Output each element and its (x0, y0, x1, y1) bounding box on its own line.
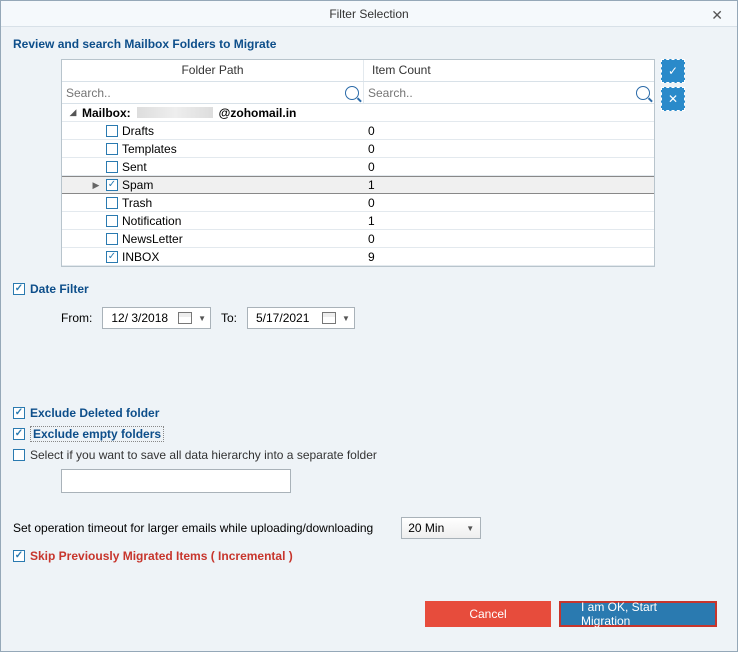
row-arrow-icon: ▶ (90, 180, 102, 191)
timeout-row: Set operation timeout for larger emails … (13, 517, 725, 539)
folder-grid-container: Folder Path Item Count (61, 59, 685, 267)
folder-label: INBOX (122, 250, 159, 264)
row-checkbox[interactable] (106, 161, 118, 173)
chevron-down-icon[interactable]: ▼ (198, 314, 206, 323)
hierarchy-path-input[interactable] (61, 469, 291, 493)
table-row[interactable]: Notification 1 (62, 212, 654, 230)
mailbox-prefix: Mailbox: (82, 106, 131, 120)
folder-grid: Folder Path Item Count (61, 59, 655, 267)
search-icon[interactable] (636, 86, 650, 100)
timeout-label: Set operation timeout for larger emails … (13, 521, 373, 535)
grid-header: Folder Path Item Count (62, 60, 654, 82)
redacted-user (137, 107, 213, 118)
calendar-icon[interactable] (178, 312, 192, 324)
chevron-down-icon: ▼ (466, 524, 474, 533)
filter-selection-window: Filter Selection ✕ Review and search Mai… (0, 0, 738, 652)
grid-search-row (62, 82, 654, 104)
start-migration-button[interactable]: I am OK, Start Migration (559, 601, 717, 627)
table-row[interactable]: NewsLetter 0 (62, 230, 654, 248)
chevron-down-icon[interactable]: ▼ (342, 314, 350, 323)
exclude-empty-option[interactable]: Exclude empty folders (13, 426, 725, 442)
expand-icon[interactable]: ◢ (68, 108, 78, 118)
item-count: 1 (364, 178, 654, 192)
folder-label: Spam (122, 178, 153, 192)
item-count: 0 (364, 196, 654, 210)
table-row[interactable]: ▶ Spam 1 (62, 176, 654, 194)
folder-label: Drafts (122, 124, 154, 138)
count-search-input[interactable] (368, 86, 636, 100)
from-label: From: (61, 311, 92, 325)
table-row[interactable]: Trash 0 (62, 194, 654, 212)
row-checkbox[interactable] (106, 143, 118, 155)
select-all-panel (661, 59, 685, 267)
table-row[interactable]: Sent 0 (62, 158, 654, 176)
save-hierarchy-option[interactable]: Select if you want to save all data hier… (13, 448, 725, 462)
row-checkbox[interactable] (106, 125, 118, 137)
content-area: Review and search Mailbox Folders to Mig… (1, 27, 737, 651)
window-title: Filter Selection (329, 7, 408, 21)
search-icon[interactable] (345, 86, 359, 100)
row-checkbox[interactable] (106, 233, 118, 245)
item-count: 0 (364, 124, 654, 138)
from-date-field[interactable]: 12/ 3/2018 ▼ (102, 307, 211, 329)
item-count: 0 (364, 160, 654, 174)
folder-search-input[interactable] (66, 86, 345, 100)
save-hierarchy-checkbox[interactable] (13, 449, 25, 461)
date-filter-checkbox[interactable] (13, 283, 25, 295)
folder-label: Notification (122, 214, 181, 228)
folder-label: NewsLetter (122, 232, 183, 246)
row-checkbox[interactable] (106, 179, 118, 191)
col-header-count[interactable]: Item Count (364, 60, 654, 81)
grid-body: ◢ Mailbox: @zohomail.in Drafts0Templates… (62, 104, 654, 266)
row-checkbox[interactable] (106, 197, 118, 209)
select-all-button[interactable] (661, 59, 685, 83)
to-label: To: (221, 311, 237, 325)
date-range-row: From: 12/ 3/2018 ▼ To: 5/17/2021 ▼ (61, 307, 725, 329)
table-row[interactable]: Drafts 0 (62, 122, 654, 140)
cancel-button[interactable]: Cancel (425, 601, 551, 627)
col-header-folder[interactable]: Folder Path (62, 60, 364, 81)
date-filter-option[interactable]: Date Filter (13, 282, 725, 296)
skip-migrated-option[interactable]: Skip Previously Migrated Items ( Increme… (13, 549, 725, 563)
table-row[interactable]: INBOX 9 (62, 248, 654, 266)
mailbox-root-row[interactable]: ◢ Mailbox: @zohomail.in (62, 104, 654, 122)
item-count: 1 (364, 214, 654, 228)
item-count: 0 (364, 142, 654, 156)
folder-label: Trash (122, 196, 152, 210)
skip-migrated-checkbox[interactable] (13, 550, 25, 562)
calendar-icon[interactable] (322, 312, 336, 324)
titlebar: Filter Selection ✕ (1, 1, 737, 27)
folder-label: Templates (122, 142, 177, 156)
item-count: 9 (364, 250, 654, 264)
page-heading: Review and search Mailbox Folders to Mig… (13, 37, 725, 51)
footer: Cancel I am OK, Start Migration (13, 591, 725, 641)
deselect-all-button[interactable] (661, 87, 685, 111)
exclude-empty-checkbox[interactable] (13, 428, 25, 440)
exclude-deleted-checkbox[interactable] (13, 407, 25, 419)
to-date-field[interactable]: 5/17/2021 ▼ (247, 307, 355, 329)
row-checkbox[interactable] (106, 251, 118, 263)
folder-label: Sent (122, 160, 147, 174)
exclude-deleted-option[interactable]: Exclude Deleted folder (13, 406, 725, 420)
row-checkbox[interactable] (106, 215, 118, 227)
timeout-combo[interactable]: 20 Min ▼ (401, 517, 481, 539)
item-count: 0 (364, 232, 654, 246)
close-icon[interactable]: ✕ (705, 5, 729, 26)
mailbox-suffix: @zohomail.in (219, 106, 297, 120)
table-row[interactable]: Templates 0 (62, 140, 654, 158)
